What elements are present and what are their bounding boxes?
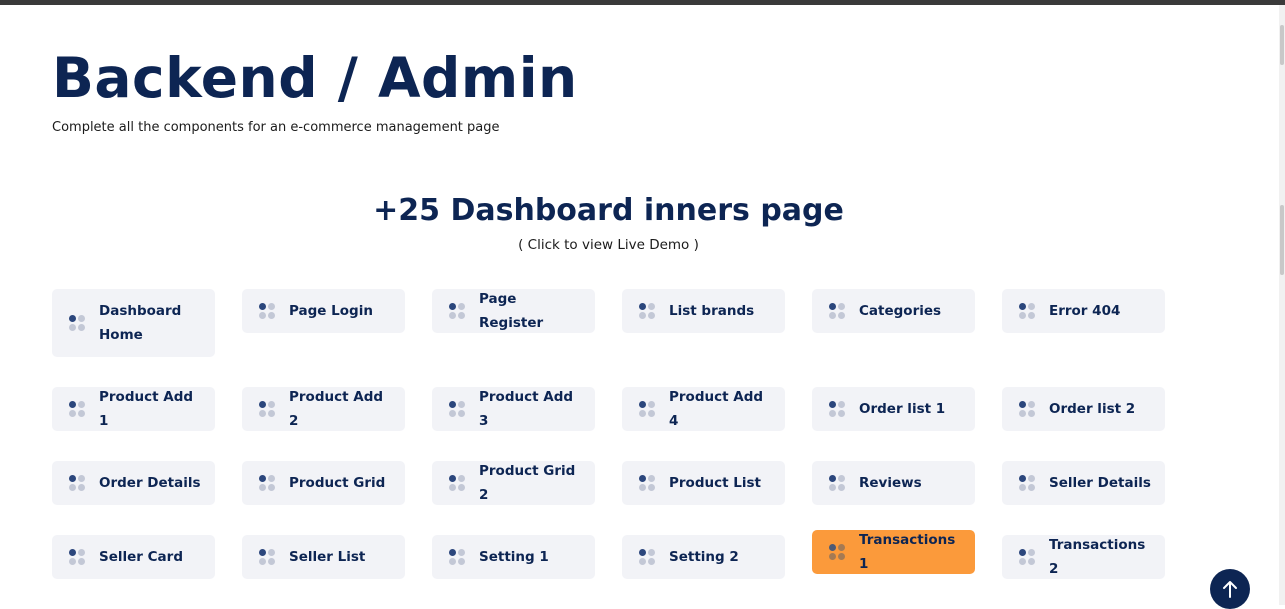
page-card-label: Page Register xyxy=(479,291,544,331)
page-card-label: Order list 1 xyxy=(859,401,946,417)
page-card-label: Order Details xyxy=(99,475,201,491)
page-card-label: Seller Card xyxy=(99,549,183,565)
page-card-seller-list[interactable]: Seller List xyxy=(242,535,405,579)
scroll-thumb[interactable] xyxy=(1280,25,1284,65)
grid-dots-icon xyxy=(449,303,466,320)
grid-dots-icon xyxy=(639,475,656,492)
section-hint: ( Click to view Live Demo ) xyxy=(518,237,699,253)
page-card-product-add-1[interactable]: Product Add 1 xyxy=(52,387,215,431)
page-card-label: Dashboard Home xyxy=(99,303,182,343)
page-card-label: List brands xyxy=(669,303,755,319)
browser-top-edge xyxy=(0,0,1285,5)
grid-dots-icon xyxy=(639,549,656,566)
page-card-product-add-3[interactable]: Product Add 3 xyxy=(432,387,595,431)
page-card-transactions-1[interactable]: Transactions 1 xyxy=(812,530,975,574)
page-card-label: Setting 1 xyxy=(479,549,549,565)
back-to-top-button[interactable] xyxy=(1210,569,1250,609)
page-card-label: Order list 2 xyxy=(1049,401,1136,417)
page-card-label: Product Add 3 xyxy=(479,389,574,429)
page-card-page-register[interactable]: Page Register xyxy=(432,289,595,333)
page-card-setting-1[interactable]: Setting 1 xyxy=(432,535,595,579)
page-card-label: Product Add 1 xyxy=(99,389,194,429)
page-card-seller-details[interactable]: Seller Details xyxy=(1002,461,1165,505)
grid-dots-icon xyxy=(259,549,276,566)
page-card-label: Transactions 2 xyxy=(1049,537,1146,577)
grid-dots-icon xyxy=(69,549,86,566)
section-title: +25 Dashboard inners page xyxy=(373,193,844,228)
arrow-up-icon xyxy=(1223,581,1237,598)
grid-dots-icon xyxy=(639,303,656,320)
grid-dots-icon xyxy=(69,401,86,418)
grid-dots-icon xyxy=(449,475,466,492)
page-card-label: Product Grid xyxy=(289,475,386,491)
page-card-product-add-4[interactable]: Product Add 4 xyxy=(622,387,785,431)
page-card-page-login[interactable]: Page Login xyxy=(242,289,405,333)
page-card-error-404[interactable]: Error 404 xyxy=(1002,289,1165,333)
page-card-label: Setting 2 xyxy=(669,549,739,565)
page-card-seller-card[interactable]: Seller Card xyxy=(52,535,215,579)
page-card-product-list[interactable]: Product List xyxy=(622,461,785,505)
page-card-product-grid[interactable]: Product Grid xyxy=(242,461,405,505)
page-card-label: Product Grid 2 xyxy=(479,463,576,503)
grid-dots-icon xyxy=(829,303,846,320)
page-card-label: Product List xyxy=(669,475,761,491)
grid-dots-icon xyxy=(449,549,466,566)
grid-dots-icon xyxy=(259,303,276,320)
grid-dots-icon xyxy=(1019,475,1036,492)
grid-dots-icon xyxy=(1019,303,1036,320)
page-card-product-grid-2[interactable]: Product Grid 2 xyxy=(432,461,595,505)
page-card-dashboard-home[interactable]: Dashboard Home xyxy=(52,289,215,357)
page-card-list-brands[interactable]: List brands xyxy=(622,289,785,333)
grid-dots-icon xyxy=(639,401,656,418)
page-card-reviews[interactable]: Reviews xyxy=(812,461,975,505)
scroll-thumb-secondary[interactable] xyxy=(1280,205,1284,275)
page-title: Backend / Admin xyxy=(52,46,578,110)
page-card-order-details[interactable]: Order Details xyxy=(52,461,215,505)
page-card-categories[interactable]: Categories xyxy=(812,289,975,333)
page-card-label: Seller Details xyxy=(1049,475,1151,491)
grid-dots-icon xyxy=(259,401,276,418)
page-card-label: Transactions 1 xyxy=(859,532,956,572)
page-card-setting-2[interactable]: Setting 2 xyxy=(622,535,785,579)
grid-dots-icon xyxy=(829,401,846,418)
page-card-label: Categories xyxy=(859,303,942,319)
scrollbar[interactable] xyxy=(1279,5,1285,605)
grid-dots-icon xyxy=(69,475,86,492)
grid-dots-icon xyxy=(1019,401,1036,418)
page-card-label: Product Add 4 xyxy=(669,389,764,429)
page-card-order-list-2[interactable]: Order list 2 xyxy=(1002,387,1165,431)
grid-dots-icon xyxy=(259,475,276,492)
grid-dots-icon xyxy=(829,544,846,561)
page-card-label: Page Login xyxy=(289,303,373,319)
grid-dots-icon xyxy=(449,401,466,418)
page-card-label: Error 404 xyxy=(1049,303,1121,319)
page-card-transactions-2[interactable]: Transactions 2 xyxy=(1002,535,1165,579)
grid-dots-icon xyxy=(69,315,86,332)
page-card-label: Reviews xyxy=(859,475,922,491)
grid-dots-icon xyxy=(1019,549,1036,566)
grid-dots-icon xyxy=(829,475,846,492)
page-card-order-list-1[interactable]: Order list 1 xyxy=(812,387,975,431)
page-card-product-add-2[interactable]: Product Add 2 xyxy=(242,387,405,431)
page-card-label: Product Add 2 xyxy=(289,389,384,429)
page-card-label: Seller List xyxy=(289,549,366,565)
page-subtitle: Complete all the components for an e-com… xyxy=(52,120,500,135)
